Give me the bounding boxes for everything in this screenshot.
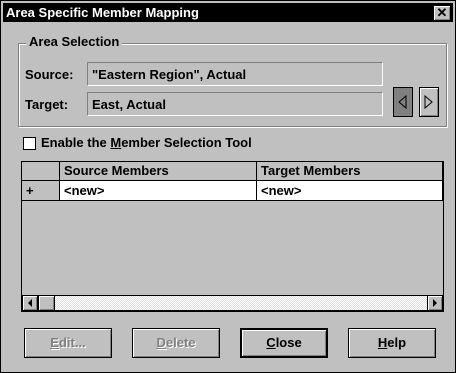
source-member-cell[interactable]: <new> [60,181,257,201]
edit-button[interactable]: Edit... [24,328,112,358]
member-mapping-dialog: Area Specific Member Mapping ✕ Area Sele… [0,0,456,373]
target-label: Target: [25,97,69,112]
member-tool-label-pre: Enable the [41,135,111,150]
triangle-left-icon [398,94,407,110]
area-selection-legend: Area Selection [26,34,123,49]
edit-button-label: dit... [58,335,86,350]
member-mapping-grid[interactable]: Source Members Target Members + <new> <n… [21,161,444,312]
help-button-label: elp [387,335,407,350]
source-field: "Eastern Region", Actual [87,62,383,86]
triangle-right-icon [424,94,433,110]
member-tool-label-post: ember Selection Tool [121,135,252,150]
close-button[interactable]: Close [240,328,328,358]
target-member-cell[interactable]: <new> [257,181,443,201]
member-tool-checkbox[interactable] [23,137,36,150]
scroll-right-icon [433,299,437,307]
scroll-left-icon [28,299,32,307]
close-icon[interactable]: ✕ [433,5,451,21]
help-button-key: H [377,335,388,350]
column-header-source[interactable]: Source Members [60,162,257,181]
close-button-key: C [266,335,276,350]
target-field: East, Actual [87,92,383,116]
column-header-target[interactable]: Target Members [257,162,443,181]
row-marker[interactable]: + [22,181,60,201]
horizontal-scrollbar[interactable] [22,295,443,311]
previous-area-button[interactable] [393,87,413,117]
scroll-track[interactable] [38,295,427,311]
delete-button-key: D [156,335,166,350]
source-label: Source: [25,67,74,82]
close-button-label: lose [275,335,302,350]
member-tool-label-key: M [110,135,122,150]
row-header-corner [22,162,60,181]
next-area-button[interactable] [419,87,439,117]
member-tool-label[interactable]: Enable the Member Selection Tool [41,135,252,150]
scroll-thumb[interactable] [38,295,55,311]
title-bar: Area Specific Member Mapping ✕ [3,3,453,22]
edit-button-key: E [50,335,59,350]
delete-button-label: elete [165,335,196,350]
window-title: Area Specific Member Mapping [6,5,199,20]
scroll-right-button[interactable] [427,295,443,311]
help-button[interactable]: Help [348,328,436,358]
scroll-left-button[interactable] [22,295,38,311]
delete-button[interactable]: Delete [132,328,220,358]
